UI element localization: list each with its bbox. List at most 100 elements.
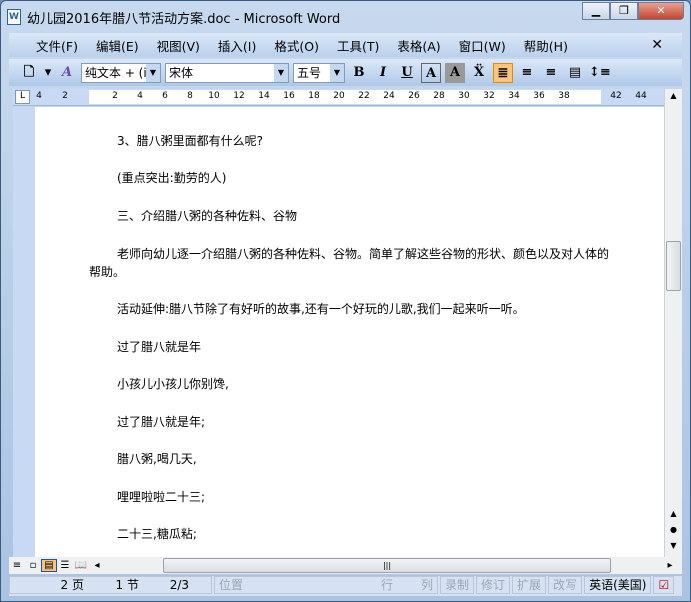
paragraph: 小孩儿小孩儿你别馋,	[117, 377, 229, 391]
menu-insert[interactable]: 插入(I)	[209, 36, 265, 55]
font-select[interactable]: 宋体 ▼	[165, 62, 289, 83]
chevron-down-icon[interactable]: ▼	[274, 63, 288, 82]
status-line: 行	[380, 578, 393, 592]
ruler-label: 20	[333, 91, 345, 101]
status-pages: 2/3	[169, 578, 189, 592]
ruler-label: 4	[36, 91, 42, 101]
ruler-label: 36	[533, 91, 545, 101]
select-browse-object-icon[interactable]: ●	[665, 525, 682, 534]
font-size-value: 五号	[297, 66, 322, 80]
align-center-icon[interactable]: ≡	[517, 63, 537, 83]
status-position: 位置	[219, 578, 244, 592]
ruler-label: 24	[383, 91, 395, 101]
ruler-label: 32	[483, 91, 495, 101]
menu-tools[interactable]: 工具(T)	[328, 36, 388, 55]
close-document-icon[interactable]: ✕	[642, 37, 672, 53]
justify-button[interactable]: ≣	[493, 62, 513, 83]
ruler-label: 22	[358, 91, 370, 101]
word-window: W 幼儿园2016年腊八节活动方案.doc - Microsoft Word ▁…	[0, 0, 691, 602]
paragraph: 腊八粥,喝几天,	[117, 452, 197, 466]
paragraph: (重点突出:勤劳的人)	[117, 171, 227, 185]
horizontal-ruler[interactable]: L 4 2 2 4 6 8 10 12 14 16 18 20 22 24 26…	[13, 89, 664, 106]
window-title: 幼儿园2016年腊八节活动方案.doc - Microsoft Word	[27, 11, 341, 27]
line-spacing-icon[interactable]: ↕≡	[589, 63, 611, 83]
spelling-check-icon[interactable]: ☑	[653, 576, 675, 594]
status-language[interactable]: 英语(美国)	[584, 576, 652, 594]
align-right-icon[interactable]: ≡	[541, 63, 561, 83]
menu-bar: 文件(F) 编辑(E) 视图(V) 插入(I) 格式(O) 工具(T) 表格(A…	[9, 33, 682, 57]
scroll-up-icon[interactable]: ▲	[665, 91, 682, 100]
font-value: 宋体	[169, 66, 194, 80]
italic-button[interactable]: I	[373, 63, 393, 83]
style-value: 纯文本 + (i	[85, 66, 147, 80]
font-size-select[interactable]: 五号 ▼	[293, 62, 345, 83]
bold-button[interactable]: B	[349, 63, 369, 83]
status-track-changes[interactable]: 修订	[476, 576, 511, 594]
ruler-label: 44	[635, 91, 647, 101]
style-select[interactable]: 纯文本 + (i ▼	[81, 62, 161, 83]
word-icon: W	[7, 9, 21, 25]
scroll-thumb[interactable]	[666, 241, 681, 291]
next-page-icon[interactable]: ▼	[665, 541, 682, 550]
ruler-label: 14	[258, 91, 270, 101]
horizontal-scroll-thumb[interactable]: |||	[163, 558, 611, 573]
ruler-label: 30	[458, 91, 470, 101]
ruler-label: 12	[233, 91, 245, 101]
status-col: 列	[420, 578, 433, 592]
char-scale-icon[interactable]: Ẍ	[469, 63, 489, 83]
menu-window[interactable]: 窗口(W)	[450, 36, 515, 55]
menu-edit[interactable]: 编辑(E)	[87, 36, 148, 55]
previous-page-icon[interactable]: ▲	[665, 509, 682, 518]
ruler-label: 16	[283, 91, 295, 101]
ruler-label: 26	[408, 91, 420, 101]
tab-stop-selector[interactable]: L	[15, 90, 30, 104]
paragraph: 二十三,糖瓜粘;	[117, 527, 197, 541]
paragraph: 过了腊八就是年;	[117, 415, 206, 429]
vertical-scrollbar[interactable]: ▲ ▲ ● ▼	[664, 89, 682, 557]
status-extend[interactable]: 扩展	[512, 576, 547, 594]
scroll-right-icon[interactable]: ▸	[662, 560, 678, 571]
styles-icon[interactable]: A	[57, 63, 77, 83]
outline-view-icon[interactable]: ☰	[57, 560, 73, 571]
paragraph: 老师向幼儿逐一介绍腊八粥的各种佐料、谷物。简单了解这些谷物的形状、颜色以及对人体…	[89, 247, 610, 279]
status-section: 1 节	[115, 578, 139, 592]
ruler-label: 42	[610, 91, 622, 101]
document-area[interactable]: 3、腊八粥里面都有什么呢? (重点突出:勤劳的人) 三、介绍腊八粥的各种佐料、谷…	[13, 107, 664, 557]
paragraph: 过了腊八就是年	[117, 340, 202, 354]
web-layout-icon[interactable]: ▫	[25, 560, 41, 571]
minimize-button[interactable]: ▁	[582, 2, 610, 20]
ruler-label: 8	[187, 91, 193, 101]
reading-layout-icon[interactable]: 📖	[73, 560, 89, 571]
title-bar: W 幼儿园2016年腊八节活动方案.doc - Microsoft Word	[7, 7, 340, 27]
maximize-button[interactable]: ❐	[610, 2, 638, 20]
horizontal-scrollbar[interactable]: ≡ ▫ ▤ ☰ 📖 ◂ ||| ▸	[9, 557, 682, 574]
new-document-icon[interactable]: 🗋	[19, 63, 39, 83]
menu-help[interactable]: 帮助(H)	[515, 36, 577, 55]
paragraph: 3、腊八粥里面都有什么呢?	[117, 134, 264, 148]
distributed-align-icon[interactable]: ▤	[565, 63, 585, 83]
toolbar-options-icon[interactable]: ▾	[43, 63, 53, 83]
ruler-label: 6	[162, 91, 168, 101]
menu-view[interactable]: 视图(V)	[148, 36, 209, 55]
status-record[interactable]: 录制	[440, 576, 475, 594]
ruler-label: 2	[62, 91, 68, 101]
underline-button[interactable]: U	[397, 63, 417, 83]
formatting-toolbar: 🗋 ▾ A 纯文本 + (i ▼ 宋体 ▼ 五号 ▼ B I U A A Ẍ ≣ ≡ …	[9, 59, 682, 86]
ruler-label: 34	[508, 91, 520, 101]
char-shading-button[interactable]: A	[445, 62, 465, 83]
status-page: 2 页	[60, 578, 84, 592]
chevron-down-icon[interactable]: ▼	[146, 63, 160, 82]
chevron-down-icon[interactable]: ▼	[330, 63, 344, 82]
char-border-button[interactable]: A	[421, 62, 441, 83]
normal-view-icon[interactable]: ≡	[9, 560, 25, 571]
close-button[interactable]: ✕	[638, 2, 684, 20]
scroll-left-icon[interactable]: ◂	[89, 560, 105, 571]
ruler-label: 10	[208, 91, 220, 101]
print-layout-icon[interactable]: ▤	[41, 559, 57, 572]
menu-file[interactable]: 文件(F)	[27, 36, 87, 55]
menu-format[interactable]: 格式(O)	[265, 36, 328, 55]
ruler-label: 18	[308, 91, 320, 101]
menu-table[interactable]: 表格(A)	[388, 36, 449, 55]
paragraph: 哩哩啦啦二十三;	[117, 490, 206, 504]
status-overtype[interactable]: 改写	[548, 576, 583, 594]
